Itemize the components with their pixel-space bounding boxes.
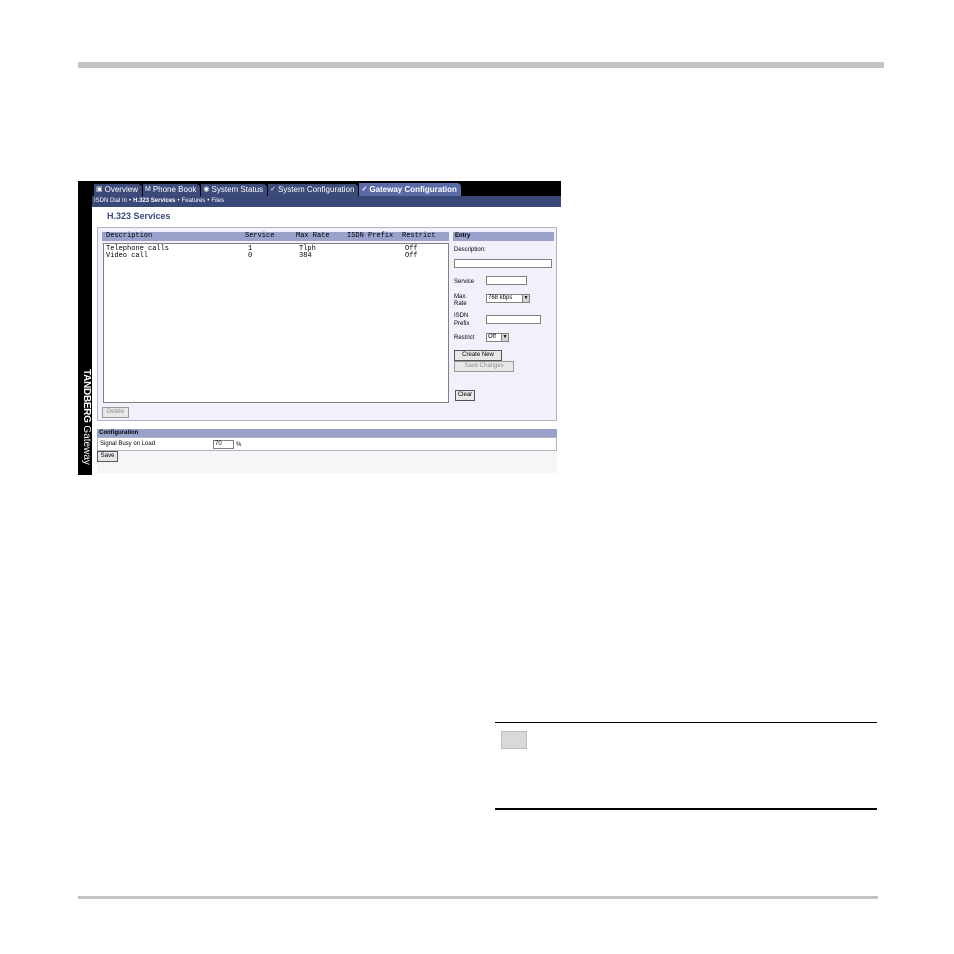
signal-busy-input[interactable]: 70: [213, 440, 234, 449]
phone-book-icon: M: [144, 186, 151, 193]
subnav-separator: •: [177, 198, 180, 204]
configuration-footer: [97, 451, 557, 473]
column-isdn-prefix[interactable]: ISDN Prefix: [347, 232, 393, 241]
service-input[interactable]: [486, 276, 527, 285]
save-changes-button[interactable]: Save Changes: [454, 361, 514, 372]
row-description: Video call: [106, 252, 149, 260]
restrict-select[interactable]: Off ▼: [486, 333, 509, 342]
subnav-isdn-dial-in[interactable]: ISDN Dial In: [94, 198, 127, 204]
subnav-separator: •: [129, 198, 132, 204]
tab-phone-book[interactable]: M Phone Book: [142, 184, 201, 196]
check-icon: ✓: [361, 185, 368, 193]
isdn-prefix-label: ISDN: [454, 313, 469, 319]
page-title: H.323 Services: [107, 211, 171, 221]
chevron-down-icon[interactable]: ▼: [501, 334, 508, 341]
tab-system-configuration[interactable]: ✓ System Configuration: [268, 184, 359, 196]
isdn-prefix-label-2: Prefix: [454, 321, 470, 327]
delete-button[interactable]: Delete: [102, 407, 129, 418]
brand-product: Gateway: [81, 425, 92, 465]
tab-label: System Configuration: [277, 185, 355, 194]
signal-busy-label: Signal Busy on Load: [100, 441, 156, 447]
tab-system-status[interactable]: ◉ System Status: [201, 184, 268, 196]
note-icon: [501, 731, 527, 749]
tab-overview[interactable]: ▣ Overview: [94, 184, 142, 196]
list-item[interactable]: Telephone calls 1 Tlph Off: [104, 246, 448, 253]
sub-navigation: ISDN Dial In • H.323 Services • Features • Fil…: [92, 196, 561, 207]
clear-button[interactable]: Clear: [455, 390, 475, 401]
subnav-separator: •: [207, 198, 210, 204]
row-service: 0: [248, 252, 253, 260]
top-rule: [78, 62, 884, 68]
brand-name: TANDBERG: [81, 369, 92, 423]
tab-label: Gateway Configuration: [369, 184, 457, 194]
row-restrict: Off: [405, 252, 418, 260]
restrict-value: Off: [488, 334, 496, 340]
row-max-rate: 384: [299, 252, 312, 260]
note-bottom-rule: [495, 808, 877, 810]
max-rate-select[interactable]: 768 kbps ▼: [486, 294, 530, 303]
services-list[interactable]: Telephone calls 1 Tlph Off Video call 0 …: [103, 243, 449, 403]
service-label: Service: [454, 279, 475, 285]
tab-label: Phone Book: [152, 185, 197, 194]
column-description[interactable]: Description: [106, 232, 152, 241]
chevron-down-icon[interactable]: ▼: [522, 295, 529, 302]
main-tabbar: ▣ Overview M Phone Book ◉ System Status ✓ Sy…: [92, 181, 561, 196]
restrict-label: Restrict: [454, 335, 475, 341]
gateway-screenshot: TANDBERG Gateway ▣ Overview M Phone Book ◉…: [78, 181, 561, 475]
column-max-rate[interactable]: Max Rate: [296, 232, 330, 241]
note-top-rule: [495, 722, 877, 723]
isdn-prefix-input[interactable]: [486, 315, 541, 324]
description-input[interactable]: [454, 259, 552, 268]
tab-label: Overview: [104, 185, 138, 194]
tab-label: System Status: [211, 185, 264, 194]
configuration-header: Configuration: [97, 429, 557, 437]
description-label: Description:: [454, 247, 486, 253]
column-service[interactable]: Service: [245, 232, 274, 241]
check-icon: ✓: [270, 186, 276, 193]
services-list-header: Description Service Max Rate ISDN Prefix…: [102, 232, 449, 241]
eye-icon: ◉: [203, 186, 210, 193]
bottom-rule: [78, 896, 878, 899]
entry-header: Entry: [453, 232, 554, 241]
subnav-h323-services[interactable]: H.323 Services: [133, 198, 175, 204]
max-rate-label-2: Rate: [454, 301, 467, 307]
save-button[interactable]: Save: [97, 451, 118, 462]
tab-gateway-configuration[interactable]: ✓ Gateway Configuration: [359, 183, 461, 196]
create-new-button[interactable]: Create New: [454, 350, 502, 361]
column-restrict[interactable]: Restrict: [402, 232, 436, 241]
list-item[interactable]: Video call 0 384 Off: [104, 253, 448, 260]
services-panel: Description Service Max Rate ISDN Prefix…: [97, 227, 557, 421]
subnav-files[interactable]: Files: [211, 198, 224, 204]
percent-unit: %: [236, 442, 242, 448]
max-rate-value: 768 kbps: [488, 295, 513, 301]
brand-logo: TANDBERG Gateway: [80, 359, 92, 475]
configuration-row: Signal Busy on Load: [97, 437, 557, 451]
max-rate-label: Max.: [454, 294, 468, 300]
subnav-features[interactable]: Features: [182, 198, 206, 204]
overview-icon: ▣: [96, 186, 103, 193]
